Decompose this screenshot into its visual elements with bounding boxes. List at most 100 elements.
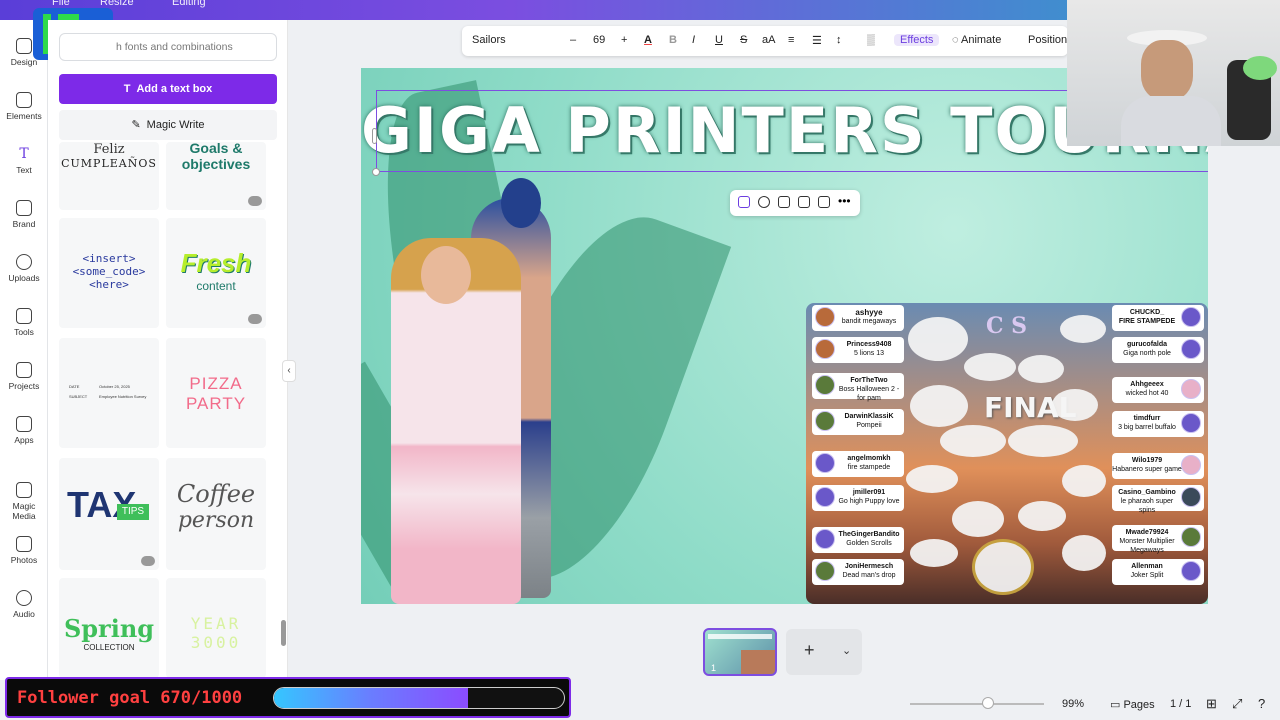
spacing-icon[interactable]: ↕ [836,34,842,46]
collapse-panel-button[interactable]: ‹ [282,360,296,382]
resize-handle[interactable] [372,168,380,176]
player-slot[interactable]: jmiller091 Go high Puppy love [812,485,904,511]
player-slot[interactable]: timdfurr 3 big barrel buffalo [1112,411,1204,437]
resize-handle[interactable] [372,128,377,144]
font-combo-tile[interactable]: Coffee person [166,458,266,570]
font-combo-tile[interactable]: TAX TIPS [59,458,159,570]
more-options-icon[interactable]: ••• [838,195,852,208]
font-size-increase[interactable]: + [621,34,627,46]
search-input[interactable]: h fonts and combinations [59,33,277,61]
align-center-icon[interactable]: ≡ [788,34,794,46]
bracket-slot [1062,535,1106,571]
help-icon[interactable]: ? [1258,696,1265,711]
player-slot[interactable]: Mwade79924 Monster Multiplier Megaways [1112,525,1204,554]
bracket-slot [910,539,958,567]
music-icon [16,590,32,606]
player-slot[interactable]: JoniHermesch Dead man's drop [812,559,904,585]
rail-text[interactable]: T Text [0,146,48,175]
player-slot[interactable]: DarwinKlassiK Pompeii [812,409,904,435]
player-slot[interactable]: ForTheTwo Boss Halloween 2 - for pam [812,373,904,402]
fullscreen-icon[interactable]: ⤢ [1232,696,1242,712]
lock-icon[interactable] [778,196,790,208]
avatar [1181,561,1201,581]
player-slot[interactable]: angelmomkh fire stampede [812,451,904,477]
duplicate-icon[interactable] [798,196,810,208]
avatar [815,453,835,473]
page-thumbnail[interactable]: 1 [703,628,777,676]
text-icon: T [123,83,131,95]
animate-button[interactable]: ◌ Animate [952,34,1001,46]
rail-brand[interactable]: Brand [0,200,48,229]
zoom-slider[interactable] [910,703,1044,705]
transparency-icon[interactable]: ▒ [867,34,875,46]
add-text-box-button[interactable]: T Add a text box [59,74,277,104]
rail-uploads[interactable]: Uploads [0,254,48,283]
player-slot[interactable]: gurucofalda Giga north pole [1112,337,1204,363]
font-combo-tile[interactable]: <insert> <some_code> <here> [59,218,159,328]
file-menu[interactable]: File [52,0,70,8]
player-slot[interactable]: Princess9408 5 lions 13 [812,337,904,363]
player-slot[interactable]: Allenman Joker Split [1112,559,1204,585]
font-size-input[interactable]: 69 [593,34,605,46]
player-slot[interactable]: ashyye bandit megaways [812,305,904,331]
rail-tools[interactable]: Tools [0,308,48,337]
trash-icon[interactable] [818,196,830,208]
rail-projects[interactable]: Projects [0,362,48,391]
player-slot[interactable]: TheGingerBandito Golden Scrolls [812,527,904,553]
font-size-decrease[interactable]: – [570,34,576,46]
avatar [815,561,835,581]
letter-case-icon[interactable]: aA [762,34,775,46]
font-combo-tile[interactable]: Feliz CUMPLEAÑOS [59,142,159,210]
magic-media-icon [16,482,32,498]
italic-icon[interactable]: I [692,34,695,46]
rail-audio[interactable]: Audio [0,590,48,619]
follower-goal-widget: Follower goal 670/1000 [5,677,571,718]
font-combo-tile[interactable]: Spring COLLECTION [59,578,159,678]
rail-photos[interactable]: Photos [0,536,48,565]
design-canvas[interactable]: GIGA PRINTERS TOURNAMENT ••• C S FINAL a… [361,68,1208,604]
player-slot[interactable]: Ahhgeeex wicked hot 40 [1112,377,1204,403]
effects-button[interactable]: Effects [894,34,940,46]
resize-menu[interactable]: Resize [100,0,134,8]
list-icon[interactable]: ☰ [812,34,822,47]
apps-icon [16,416,32,432]
pages-icon: ▭ [1110,699,1124,711]
zoom-slider-handle[interactable] [982,697,994,709]
comment-icon[interactable] [758,196,770,208]
add-page-button[interactable]: + ⌄ [786,629,862,675]
bracket-logo: C S [986,313,1028,339]
bold-icon[interactable]: B [669,34,677,46]
player-slot[interactable]: CHUCKD_ FIRE STAMPEDE [1112,305,1204,331]
font-combo-tile[interactable]: PIZZA PARTY [166,338,266,448]
position-button[interactable]: Position [1028,34,1067,46]
chevron-down-icon[interactable]: ⌄ [842,644,851,657]
bracket-slot [940,425,1006,457]
rail-apps[interactable]: Apps [0,416,48,445]
player-slot[interactable]: Wilo1979 Habanero super game [1112,453,1204,479]
player-slot[interactable]: Casino_Gambino le pharaoh super spins [1112,485,1204,514]
webcam-overlay [1067,0,1280,146]
pages-button[interactable]: ▭ Pages [1110,698,1155,711]
avatar [1181,527,1201,547]
font-combo-tile[interactable]: Fresh content [166,218,266,328]
font-combo-tile[interactable]: DATE October 25, 2025 SUBJECT Employee N… [59,338,159,448]
font-combo-tile[interactable]: YEAR 3000 [166,578,266,678]
font-combo-tile[interactable]: Goals & objectives [166,142,266,210]
bracket-slot [964,353,1016,381]
underline-icon[interactable]: U [715,34,723,46]
magic-edit-icon[interactable] [738,196,750,208]
magic-write-button[interactable]: ✎ Magic Write [59,110,277,140]
text-color-icon[interactable]: A [644,34,652,46]
grid-view-icon[interactable]: ⊞ [1206,696,1217,712]
bracket-slot [1018,355,1064,383]
editing-menu[interactable]: Editing [172,0,206,8]
rail-elements[interactable]: Elements [0,92,48,121]
bracket-slot [1060,315,1106,343]
rail-magic-media[interactable]: Magic Media [0,482,48,521]
tournament-bracket[interactable]: C S FINAL ashyye bandit megaways Princess… [806,303,1208,604]
zoom-level[interactable]: 99% [1062,698,1084,710]
font-family-select[interactable]: Sailors [472,34,562,46]
panel-scrollbar[interactable] [281,620,286,646]
follower-goal-fill [274,688,469,708]
strikethrough-icon[interactable]: S [740,34,747,46]
